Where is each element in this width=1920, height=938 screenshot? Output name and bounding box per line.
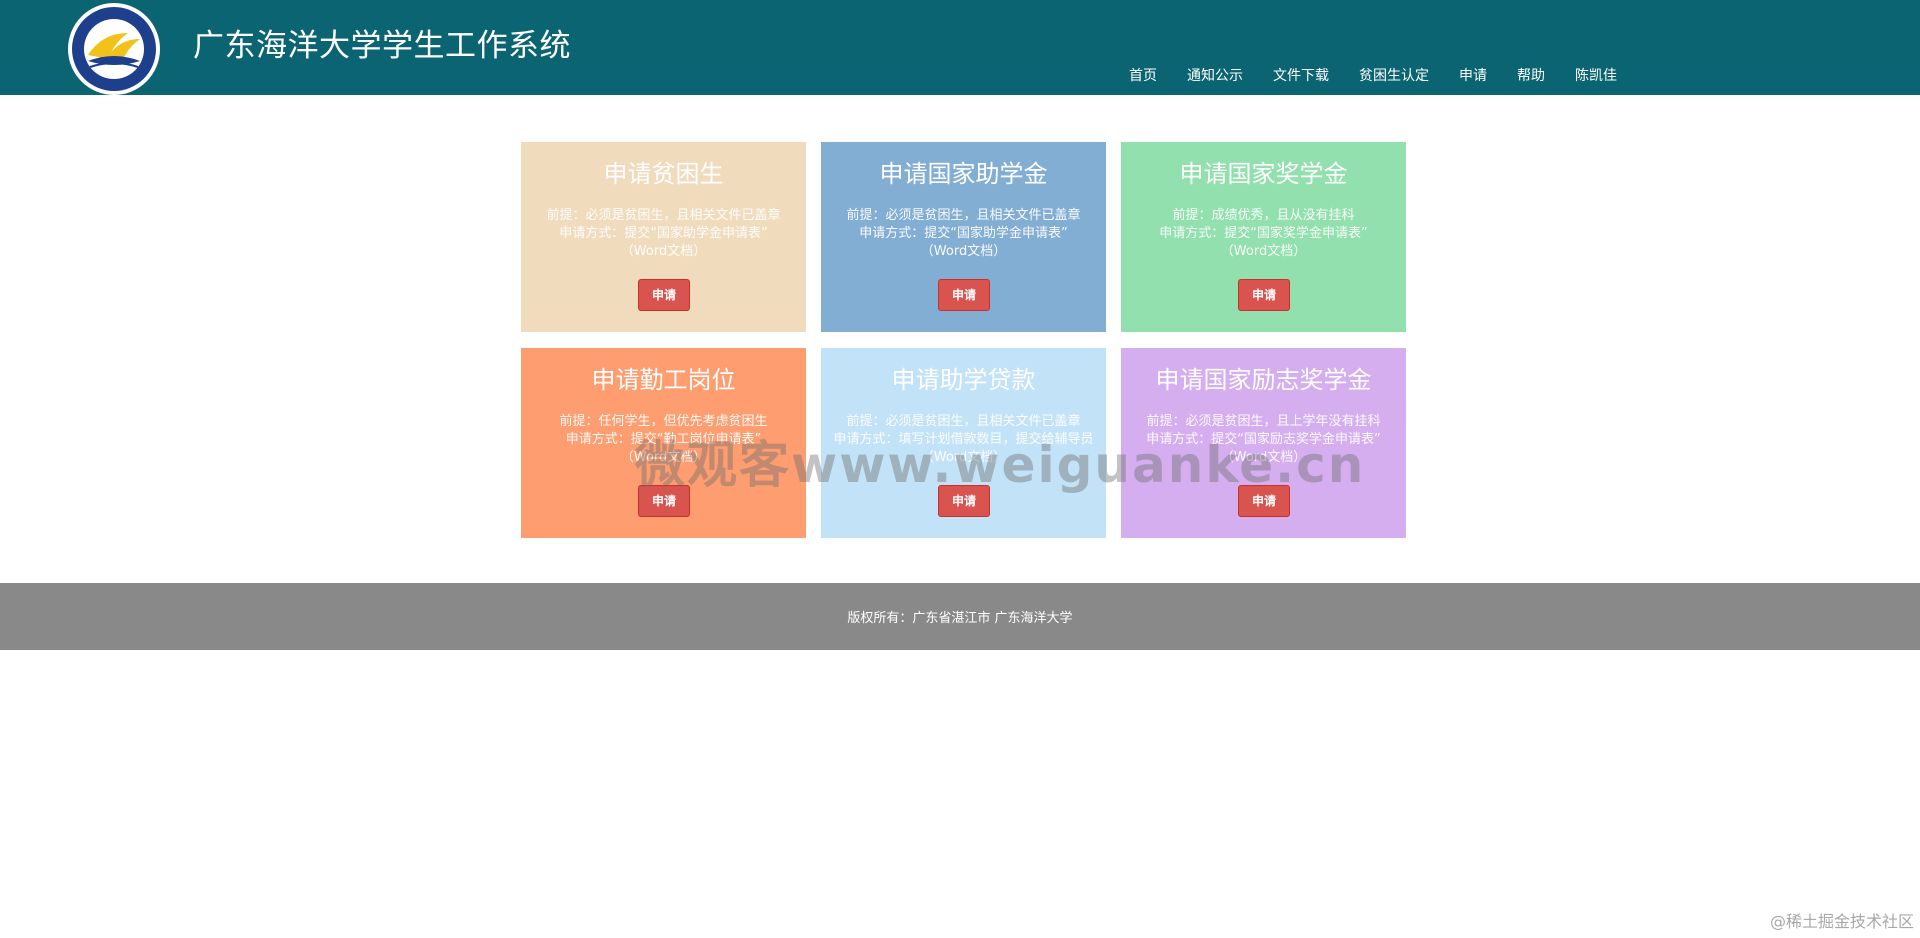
card-desc-line: 前提：必须是贫困生，且上学年没有挂科 xyxy=(1146,414,1381,429)
card-apply-work-study: 申请勤工岗位 前提：任何学生，但优先考虑贫困生 申请方式：提交“勤工岗位申请表”… xyxy=(521,348,806,538)
card-description: 前提：必须是贫困生，且相关文件已盖章 申请方式：提交“国家助学金申请表” （Wo… xyxy=(831,207,1096,261)
nav-notices[interactable]: 通知公示 xyxy=(1187,66,1243,86)
card-desc-line: （Word文档） xyxy=(620,244,707,259)
card-title: 申请国家助学金 xyxy=(879,160,1048,188)
card-desc-line: 申请方式：提交“勤工岗位申请表” xyxy=(565,432,762,447)
card-description: 前提：成绩优秀，且从没有挂科 申请方式：提交“国家奖学金申请表” （Word文档… xyxy=(1131,207,1396,261)
card-desc-line: 前提：必须是贫困生，且相关文件已盖章 xyxy=(546,208,781,223)
nav-file-download[interactable]: 文件下载 xyxy=(1273,66,1329,86)
apply-national-scholarship-button[interactable]: 申请 xyxy=(1238,279,1290,311)
card-description: 前提：必须是贫困生，且相关文件已盖章 申请方式：提交“国家助学金申请表” （Wo… xyxy=(531,207,796,261)
card-description: 前提：必须是贫困生，且上学年没有挂科 申请方式：提交“国家励志奖学金申请表” （… xyxy=(1131,413,1396,467)
corner-watermark: @稀土掘金技术社区 xyxy=(1769,912,1914,931)
top-header: 广东海洋大学学生工作系统 首页 通知公示 文件下载 贫困生认定 申请 帮助 陈凯… xyxy=(0,0,1920,95)
card-apply-inspirational-scholarship: 申请国家励志奖学金 前提：必须是贫困生，且上学年没有挂科 申请方式：提交“国家励… xyxy=(1121,348,1406,538)
card-desc-line: 前提：任何学生，但优先考虑贫困生 xyxy=(559,414,768,429)
card-description: 前提：必须是贫困生，且相关文件已盖章 申请方式：填写计划借款数目，提交给辅导员 … xyxy=(831,413,1096,467)
card-apply-poverty: 申请贫困生 前提：必须是贫困生，且相关文件已盖章 申请方式：提交“国家助学金申请… xyxy=(521,142,806,332)
card-desc-line: （Word文档） xyxy=(1220,244,1307,259)
card-desc-line: （Word文档） xyxy=(920,450,1007,465)
card-apply-student-loan: 申请助学贷款 前提：必须是贫困生，且相关文件已盖章 申请方式：填写计划借款数目，… xyxy=(821,348,1106,538)
apply-poverty-button[interactable]: 申请 xyxy=(638,279,690,311)
nav-poverty-certification[interactable]: 贫困生认定 xyxy=(1359,66,1429,86)
page-footer: 版权所有：广东省湛江市 广东海洋大学 xyxy=(0,583,1920,650)
card-desc-line: （Word文档） xyxy=(620,450,707,465)
copyright-text: 版权所有：广东省湛江市 广东海洋大学 xyxy=(847,611,1073,626)
card-desc-line: 前提：必须是贫困生，且相关文件已盖章 xyxy=(846,208,1081,223)
card-desc-line: 前提：成绩优秀，且从没有挂科 xyxy=(1172,208,1355,223)
card-desc-line: 申请方式：提交“国家助学金申请表” xyxy=(559,226,768,241)
card-description: 前提：任何学生，但优先考虑贫困生 申请方式：提交“勤工岗位申请表” （Word文… xyxy=(531,413,796,467)
card-title: 申请勤工岗位 xyxy=(591,366,736,394)
card-title: 申请贫困生 xyxy=(603,160,724,188)
nav-help[interactable]: 帮助 xyxy=(1517,66,1545,86)
nav-apply[interactable]: 申请 xyxy=(1459,66,1487,86)
university-seal-icon[interactable] xyxy=(68,3,160,95)
nav-home[interactable]: 首页 xyxy=(1129,66,1157,86)
card-desc-line: （Word文档） xyxy=(1220,450,1307,465)
card-desc-line: 前提：必须是贫困生，且相关文件已盖章 xyxy=(846,414,1081,429)
card-title: 申请助学贷款 xyxy=(891,366,1036,394)
nav-user-name[interactable]: 陈凯佳 xyxy=(1575,66,1617,86)
card-desc-line: 申请方式：填写计划借款数目，提交给辅导员 xyxy=(833,432,1094,447)
card-desc-line: 申请方式：提交“国家助学金申请表” xyxy=(859,226,1068,241)
apply-work-study-button[interactable]: 申请 xyxy=(638,485,690,517)
card-apply-national-grant: 申请国家助学金 前提：必须是贫困生，且相关文件已盖章 申请方式：提交“国家助学金… xyxy=(821,142,1106,332)
site-title: 广东海洋大学学生工作系统 xyxy=(193,28,571,64)
card-desc-line: 申请方式：提交“国家奖学金申请表” xyxy=(1159,226,1368,241)
card-desc-line: （Word文档） xyxy=(920,244,1007,259)
card-title: 申请国家奖学金 xyxy=(1179,160,1348,188)
apply-student-loan-button[interactable]: 申请 xyxy=(938,485,990,517)
card-apply-national-scholarship: 申请国家奖学金 前提：成绩优秀，且从没有挂科 申请方式：提交“国家奖学金申请表”… xyxy=(1121,142,1406,332)
main-nav: 首页 通知公示 文件下载 贫困生认定 申请 帮助 陈凯佳 xyxy=(1129,66,1617,86)
apply-national-grant-button[interactable]: 申请 xyxy=(938,279,990,311)
apply-inspirational-scholarship-button[interactable]: 申请 xyxy=(1238,485,1290,517)
card-title: 申请国家励志奖学金 xyxy=(1155,366,1372,394)
card-desc-line: 申请方式：提交“国家励志奖学金申请表” xyxy=(1146,432,1381,447)
